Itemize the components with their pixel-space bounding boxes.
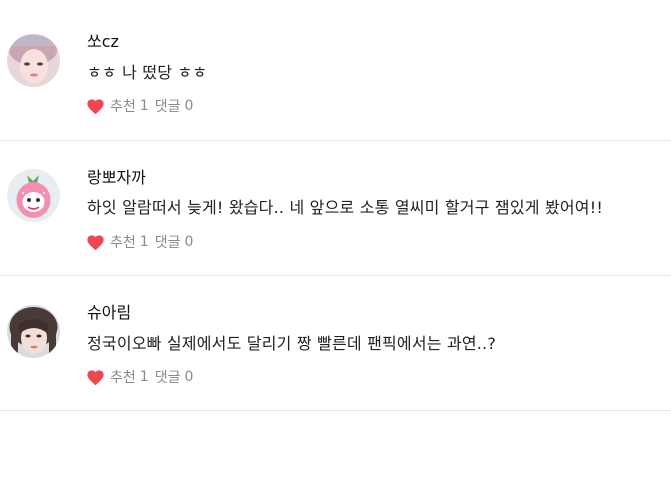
reply-count: 0	[184, 369, 194, 385]
reply-count: 0	[184, 98, 194, 114]
avatar[interactable]	[7, 34, 60, 87]
comment-author[interactable]: 랑뽀자까	[87, 164, 146, 188]
comment-item: 슈아림 정국이오빠 실제에서도 달리기 짱 빨른데 팬픽에서는 과연..? 추천…	[0, 276, 671, 411]
comment-list: 쏘cz ㅎㅎ 나 떴당 ㅎㅎ 추천 1 댓글 0 랑뽀자까 하잇 알람떠서 늦게…	[0, 0, 671, 411]
reply-label[interactable]: 댓글	[155, 367, 181, 387]
heart-icon[interactable]	[86, 98, 105, 115]
avatar[interactable]	[7, 305, 60, 358]
heart-icon[interactable]	[86, 369, 105, 386]
comment-item: 랑뽀자까 하잇 알람떠서 늦게! 왔습다.. 네 앞으로 소통 열씨미 할거구 …	[0, 141, 671, 276]
comment-author[interactable]: 슈아림	[87, 299, 131, 323]
reply-label[interactable]: 댓글	[155, 232, 181, 252]
like-count: 1	[139, 234, 149, 250]
like-count: 1	[139, 369, 149, 385]
avatar[interactable]	[7, 169, 60, 222]
reply-count: 0	[184, 234, 194, 250]
comment-text: ㅎㅎ 나 떴당 ㅎㅎ	[87, 63, 208, 82]
comment-author[interactable]: 쏘cz	[87, 28, 119, 52]
like-label[interactable]: 추천	[110, 367, 136, 387]
comment-meta: 추천 1 댓글 0	[86, 96, 193, 116]
reply-label[interactable]: 댓글	[155, 96, 181, 116]
like-label[interactable]: 추천	[110, 232, 136, 252]
comment-text: 하잇 알람떠서 늦게! 왔습다.. 네 앞으로 소통 열씨미 할거구 잼있게 봤…	[87, 198, 603, 217]
comment-meta: 추천 1 댓글 0	[86, 367, 193, 387]
comment-meta: 추천 1 댓글 0	[86, 232, 193, 252]
comment-item: 쏘cz ㅎㅎ 나 떴당 ㅎㅎ 추천 1 댓글 0	[0, 0, 671, 141]
like-count: 1	[139, 98, 149, 114]
like-label[interactable]: 추천	[110, 96, 136, 116]
comment-text: 정국이오빠 실제에서도 달리기 짱 빨른데 팬픽에서는 과연..?	[87, 334, 497, 353]
heart-icon[interactable]	[86, 234, 105, 251]
